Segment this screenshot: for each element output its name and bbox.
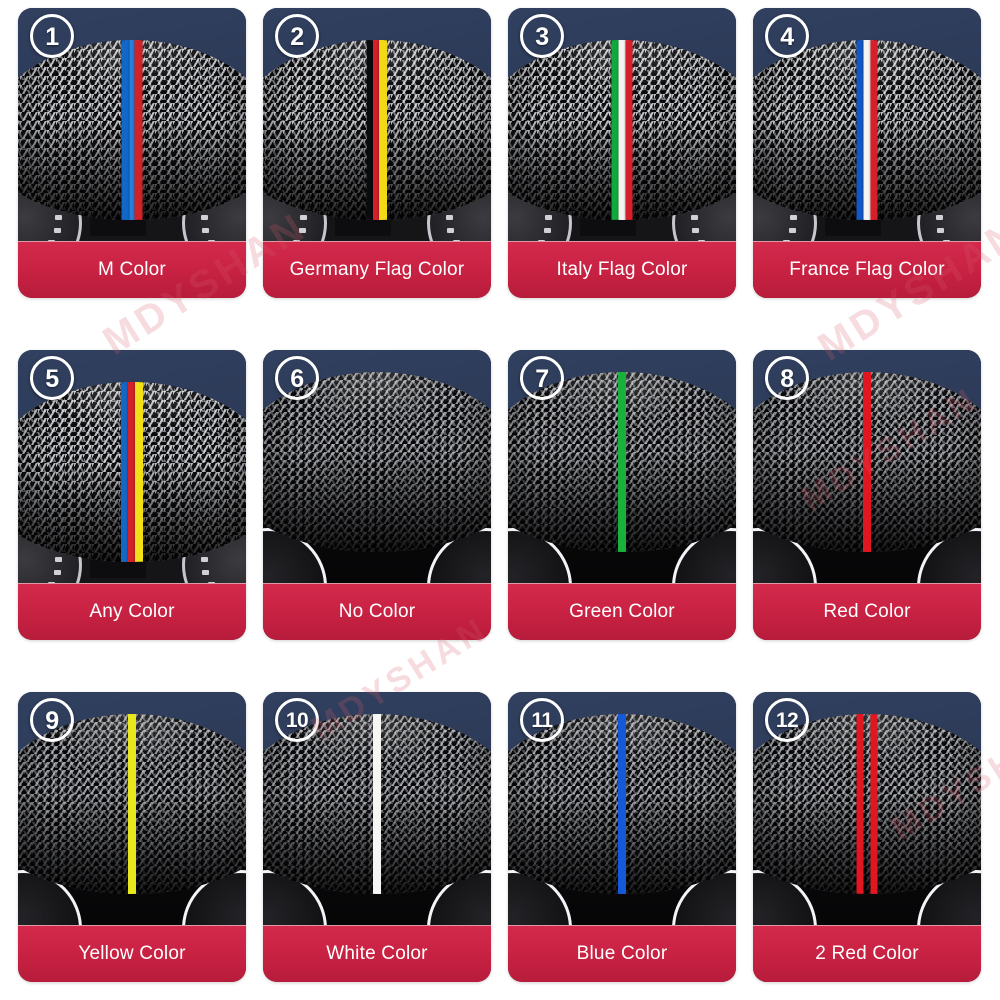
stripe-band (373, 714, 381, 894)
product-photo: 10 (263, 692, 491, 925)
option-number-badge: 9 (30, 698, 74, 742)
stripe-band (611, 40, 619, 220)
stripe-band (121, 40, 130, 220)
stripe-band (618, 40, 626, 220)
option-number-badge: 12 (765, 698, 809, 742)
steering-wheel-rim (508, 40, 736, 220)
stripe-band (618, 714, 626, 894)
stripe-band (870, 714, 878, 894)
option-label: Germany Flag Color (263, 241, 491, 298)
option-number-badge: 2 (275, 14, 319, 58)
color-option-card[interactable]: 3 Italy Flag Color (508, 8, 736, 298)
product-photo: 11 (508, 692, 736, 925)
color-option-card[interactable]: 6 No Color (263, 350, 491, 640)
product-photo: 8 (753, 350, 981, 583)
color-stripe-decal (128, 714, 136, 894)
option-number-badge: 10 (275, 698, 319, 742)
color-option-card[interactable]: 7 Green Color (508, 350, 736, 640)
option-label: 2 Red Color (753, 925, 981, 982)
product-photo: 2 (263, 8, 491, 241)
color-option-card[interactable]: 1 M Color (18, 8, 246, 298)
product-photo: 7 (508, 350, 736, 583)
stripe-band (135, 382, 143, 562)
option-label: Red Color (753, 583, 981, 640)
color-option-card[interactable]: 8 Red Color (753, 350, 981, 640)
option-number-badge: 1 (30, 14, 74, 58)
stripe-band (121, 382, 128, 562)
option-label: M Color (18, 241, 246, 298)
color-stripe-decal (373, 714, 381, 894)
color-option-card[interactable]: 2 Germany Flag Color (263, 8, 491, 298)
stripe-band (128, 382, 135, 562)
color-stripe-decal (121, 382, 143, 562)
option-label: Blue Color (508, 925, 736, 982)
stripe-band (618, 372, 626, 552)
color-stripe-decal (611, 40, 633, 220)
option-number-badge: 6 (275, 356, 319, 400)
color-option-card[interactable]: 5 Any Color (18, 350, 246, 640)
product-photo: 4 (753, 8, 981, 241)
option-number-badge: 8 (765, 356, 809, 400)
color-stripe-decal (367, 40, 387, 220)
product-photo: 1 (18, 8, 246, 241)
stripe-band (856, 714, 864, 894)
option-number-badge: 11 (520, 698, 564, 742)
steering-wheel-rim (18, 382, 246, 562)
color-stripe-decal (618, 714, 626, 894)
color-stripe-decal (856, 714, 878, 894)
steering-wheel-rim (263, 40, 491, 220)
option-label: Green Color (508, 583, 736, 640)
product-photo: 12 (753, 692, 981, 925)
option-label: Italy Flag Color (508, 241, 736, 298)
stripe-band (870, 40, 878, 220)
option-number-badge: 4 (765, 14, 809, 58)
option-number-badge: 3 (520, 14, 564, 58)
option-label: White Color (263, 925, 491, 982)
option-number-badge: 5 (30, 356, 74, 400)
product-photo: 6 (263, 350, 491, 583)
stripe-band (379, 40, 387, 220)
stripe-band (856, 40, 864, 220)
stripe-band (864, 714, 871, 894)
option-number-badge: 7 (520, 356, 564, 400)
color-stripe-decal (121, 40, 143, 220)
option-label: France Flag Color (753, 241, 981, 298)
stripe-band (134, 40, 143, 220)
color-stripe-decal (618, 372, 626, 552)
stripe-band (863, 372, 871, 552)
color-stripe-decal (856, 40, 878, 220)
steering-wheel-rim (18, 40, 246, 220)
option-label: Any Color (18, 583, 246, 640)
option-label: Yellow Color (18, 925, 246, 982)
color-option-card[interactable]: 11 Blue Color (508, 692, 736, 982)
color-option-card[interactable]: 10 White Color (263, 692, 491, 982)
stripe-band (625, 40, 633, 220)
stripe-band (128, 714, 136, 894)
stripe-band (863, 40, 871, 220)
product-photo: 3 (508, 8, 736, 241)
steering-wheel-rim (753, 40, 981, 220)
color-option-card[interactable]: 12 2 Red Color (753, 692, 981, 982)
color-option-card[interactable]: 9 Yellow Color (18, 692, 246, 982)
color-option-card[interactable]: 4 France Flag Color (753, 8, 981, 298)
product-photo: 9 (18, 692, 246, 925)
option-label: No Color (263, 583, 491, 640)
product-photo: 5 (18, 350, 246, 583)
color-option-grid: 1 M Color 2 Germany Flag Color 3 Italy Flag C… (0, 0, 1000, 1000)
color-stripe-decal (863, 372, 871, 552)
